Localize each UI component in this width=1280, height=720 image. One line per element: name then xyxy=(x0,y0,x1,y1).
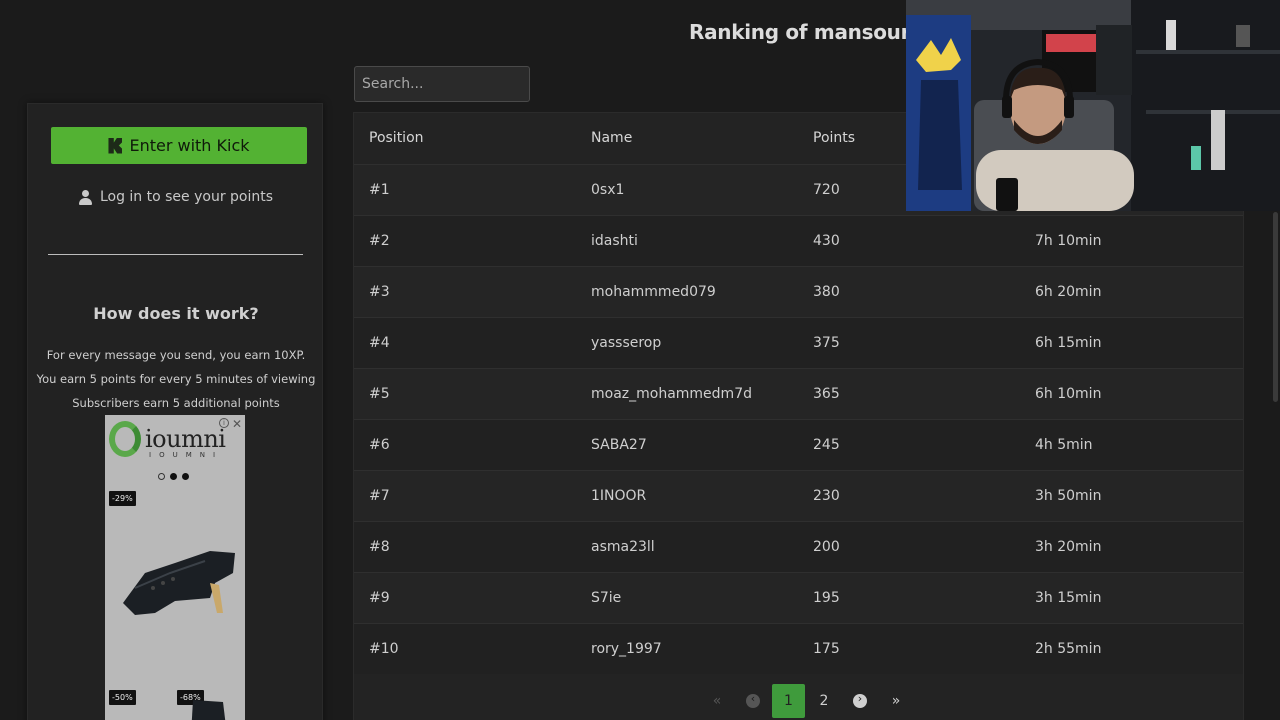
cell-time: 6h 15min xyxy=(1020,316,1243,368)
cell-points: 230 xyxy=(798,469,1020,521)
table-row: #5 moaz_mohammedm7d 365 6h 10min xyxy=(354,367,1243,419)
cell-position: #10 xyxy=(354,622,576,674)
cell-name: yassserop xyxy=(576,316,798,368)
advertisement-banner[interactable]: ioumni IOUMNI i ✕ -29% -50% -68% xyxy=(105,415,245,720)
scrollbar-thumb[interactable] xyxy=(1273,212,1278,402)
first-page-button[interactable]: « xyxy=(699,684,735,718)
ad-info-icon[interactable]: i xyxy=(219,418,229,428)
last-page-button[interactable]: » xyxy=(878,684,914,718)
chevron-left-icon: ‹ xyxy=(746,692,760,708)
search-input[interactable] xyxy=(354,66,530,102)
discount-badge: -50% xyxy=(109,690,136,705)
cell-time: 6h 10min xyxy=(1020,367,1243,419)
cell-time: 3h 15min xyxy=(1020,571,1243,623)
cell-name: rory_1997 xyxy=(576,622,798,674)
cell-name: mohammmed079 xyxy=(576,265,798,317)
chevron-right-icon: › xyxy=(853,692,867,708)
cell-position: #1 xyxy=(354,163,576,215)
webcam-image xyxy=(906,0,1280,211)
cell-name: idashti xyxy=(576,214,798,266)
cell-position: #3 xyxy=(354,265,576,317)
cell-position: #7 xyxy=(354,469,576,521)
table-row: #2 idashti 430 7h 10min xyxy=(354,214,1243,266)
ad-brand-sub: IOUMNI xyxy=(149,451,224,459)
table-row: #9 S7ie 195 3h 15min xyxy=(354,571,1243,623)
column-header-position[interactable]: Position xyxy=(354,113,576,164)
cell-points: 375 xyxy=(798,316,1020,368)
ad-close-icon[interactable]: ✕ xyxy=(232,417,242,431)
kick-logo-icon xyxy=(108,137,123,154)
cell-points: 175 xyxy=(798,622,1020,674)
cell-time: 2h 55min xyxy=(1020,622,1243,674)
sidebar-divider xyxy=(48,254,303,255)
how-line: Subscribers earn 5 additional points xyxy=(72,396,280,410)
table-row: #7 1INOOR 230 3h 50min xyxy=(354,469,1243,521)
cell-position: #9 xyxy=(354,571,576,623)
column-header-name[interactable]: Name xyxy=(576,113,798,164)
cell-points: 195 xyxy=(798,571,1020,623)
carousel-dot[interactable] xyxy=(158,473,165,480)
how-it-works-title: How does it work? xyxy=(93,304,259,323)
cell-name: SABA27 xyxy=(576,418,798,470)
shoe-product-image xyxy=(123,551,235,615)
prev-page-button[interactable]: ‹ xyxy=(735,684,771,718)
ioumni-logo-icon xyxy=(109,421,141,457)
cell-time: 3h 20min xyxy=(1020,520,1243,572)
cell-name: 1INOOR xyxy=(576,469,798,521)
discount-badge: -29% xyxy=(109,491,136,506)
cell-name: moaz_mohammedm7d xyxy=(576,367,798,419)
sidebar: Enter with Kick Log in to see your point… xyxy=(27,103,323,720)
carousel-dot[interactable] xyxy=(182,473,189,480)
ad-brand-name: ioumni xyxy=(145,425,226,453)
table-row: #8 asma23ll 200 3h 20min xyxy=(354,520,1243,572)
table-row: #10 rory_1997 175 2h 55min xyxy=(354,622,1243,674)
page-button-1[interactable]: 1 xyxy=(772,684,805,718)
cell-points: 245 xyxy=(798,418,1020,470)
user-icon xyxy=(78,189,92,205)
kick-button-label: Enter with Kick xyxy=(129,136,250,155)
cell-position: #4 xyxy=(354,316,576,368)
cell-time: 7h 10min xyxy=(1020,214,1243,266)
cell-points: 430 xyxy=(798,214,1020,266)
login-text: Log in to see your points xyxy=(99,189,274,205)
shoe-product-image xyxy=(191,700,226,720)
cell-position: #5 xyxy=(354,367,576,419)
enter-with-kick-button[interactable]: Enter with Kick xyxy=(51,127,307,164)
cell-position: #6 xyxy=(354,418,576,470)
cell-position: #2 xyxy=(354,214,576,266)
how-line: For every message you send, you earn 10X… xyxy=(46,348,306,362)
table-row: #3 mohammmed079 380 6h 20min xyxy=(354,265,1243,317)
table-row: #6 SABA27 245 4h 5min xyxy=(354,418,1243,470)
cell-points: 200 xyxy=(798,520,1020,572)
cell-points: 365 xyxy=(798,367,1020,419)
cell-name: 0sx1 xyxy=(576,163,798,215)
cell-time: 3h 50min xyxy=(1020,469,1243,521)
pagination: « ‹ 1 2 › » xyxy=(699,684,914,718)
page-title: Ranking of mansourtv xyxy=(689,20,933,44)
table-row: #4 yassserop 375 6h 15min xyxy=(354,316,1243,368)
carousel-dot[interactable] xyxy=(170,473,177,480)
streamer-webcam-overlay xyxy=(906,0,1280,211)
page-button-2[interactable]: 2 xyxy=(806,684,842,718)
cell-time: 6h 20min xyxy=(1020,265,1243,317)
login-prompt[interactable]: Log in to see your points xyxy=(28,189,324,205)
cell-position: #8 xyxy=(354,520,576,572)
cell-points: 380 xyxy=(798,265,1020,317)
cell-name: S7ie xyxy=(576,571,798,623)
how-line: You earn 5 points for every 5 minutes of… xyxy=(36,372,316,386)
cell-time: 4h 5min xyxy=(1020,418,1243,470)
ad-carousel-dots[interactable] xyxy=(158,473,189,480)
next-page-button[interactable]: › xyxy=(842,684,878,718)
cell-name: asma23ll xyxy=(576,520,798,572)
